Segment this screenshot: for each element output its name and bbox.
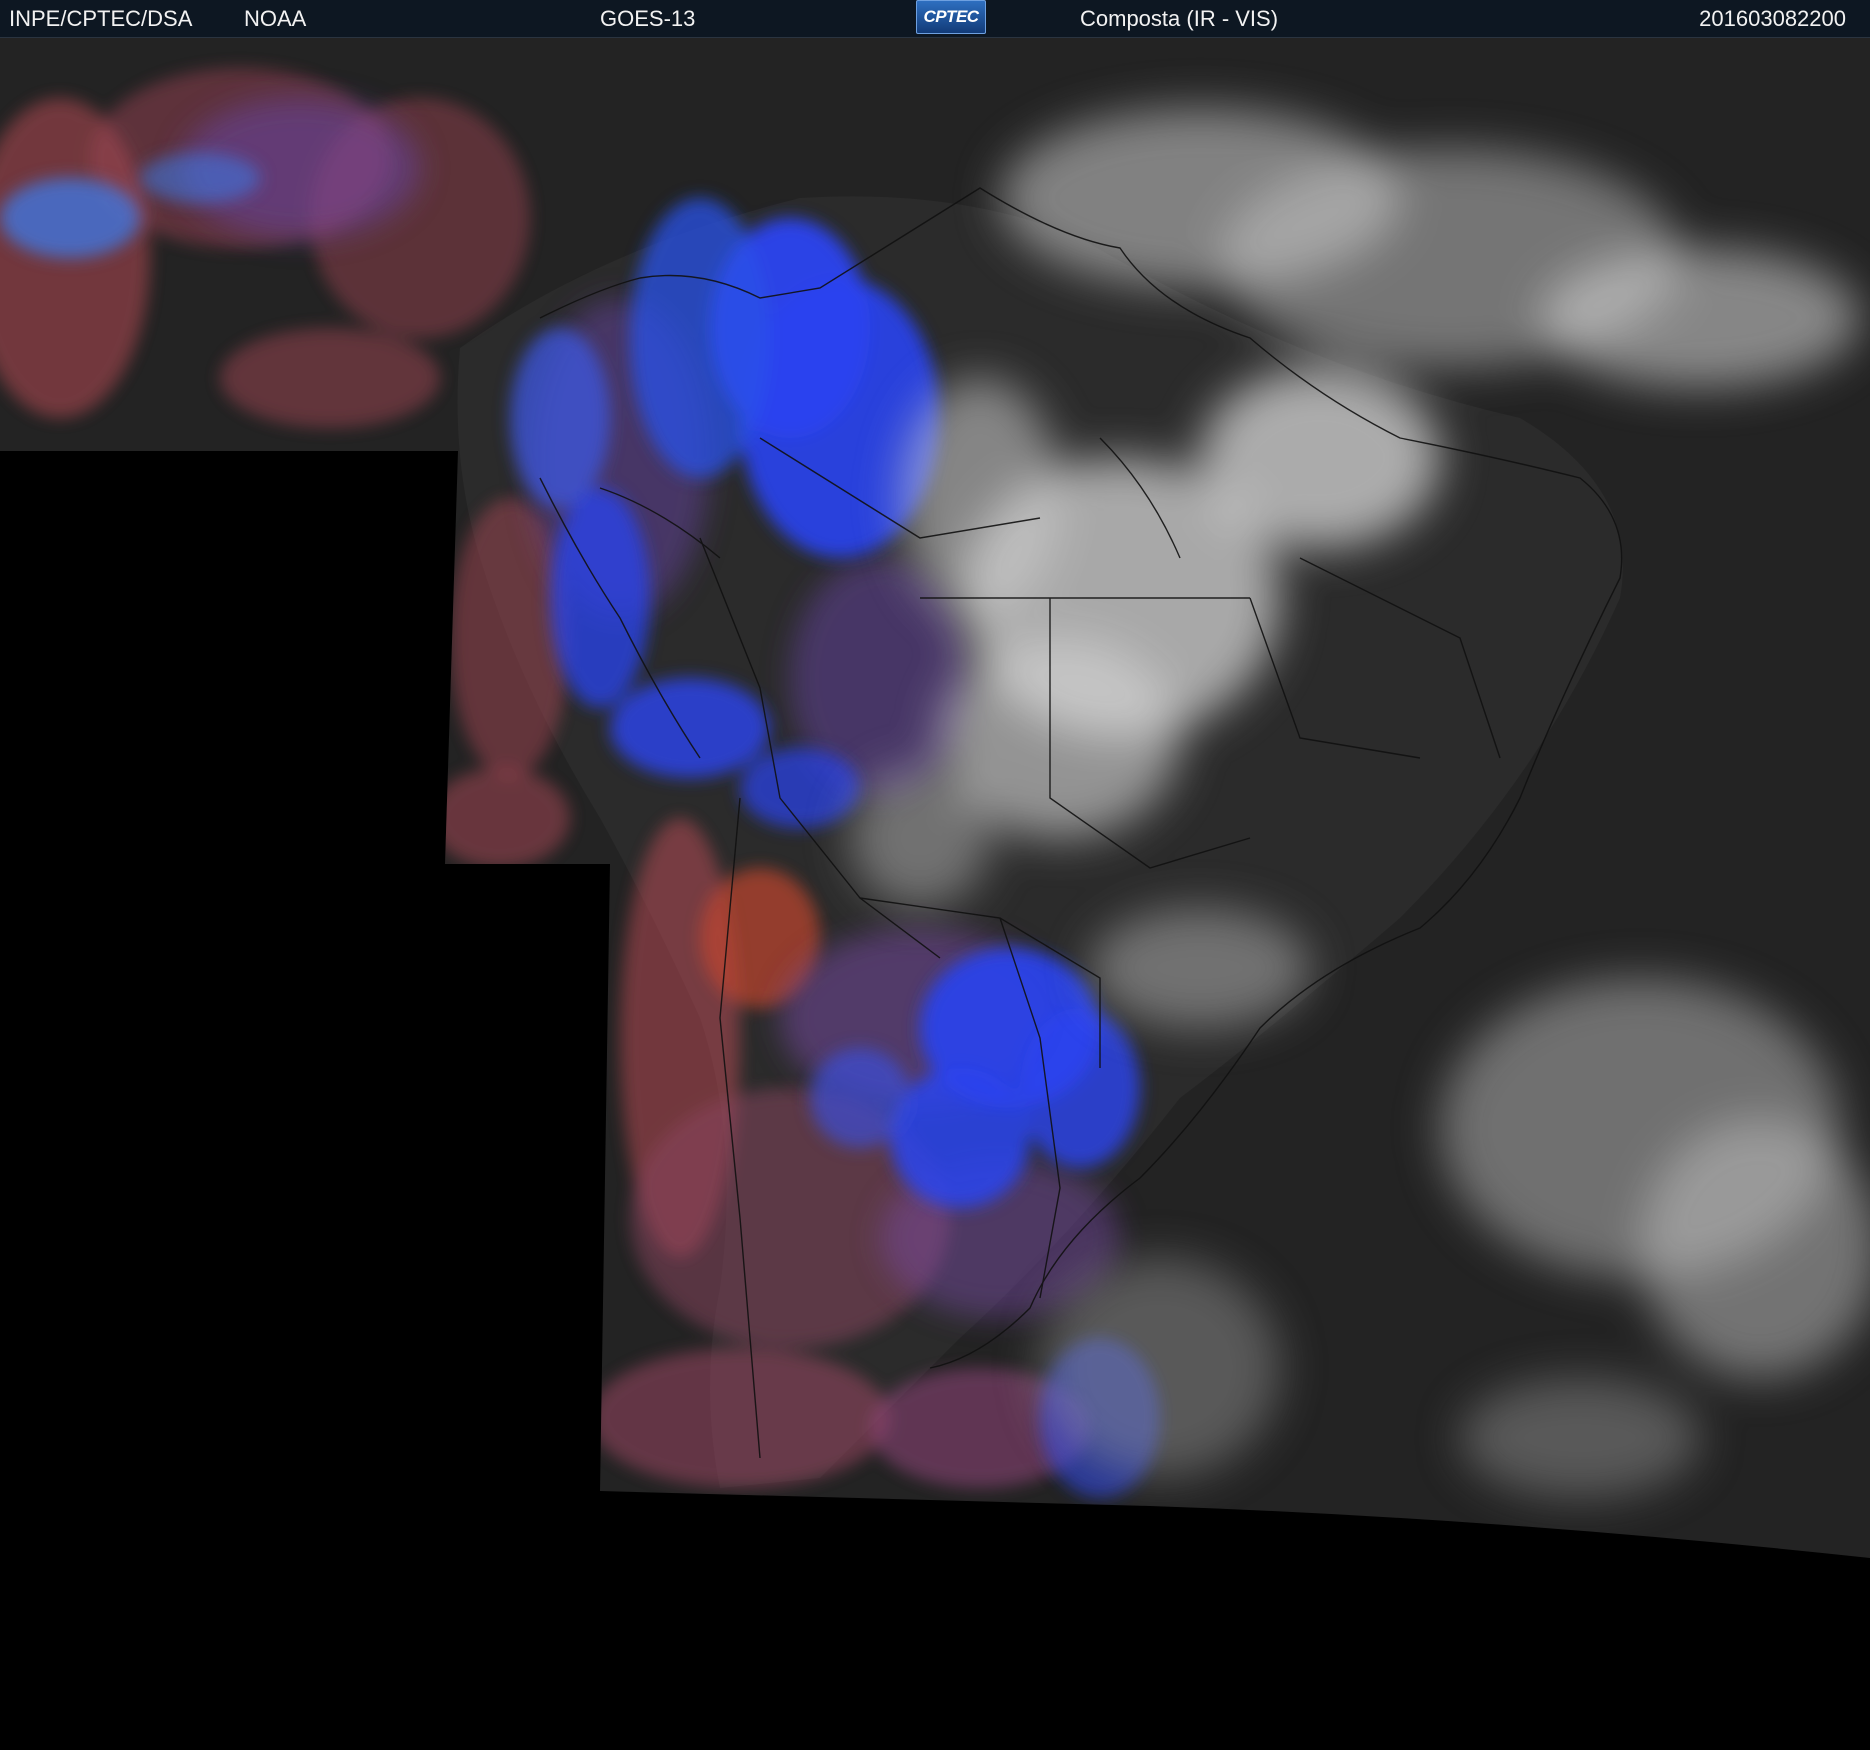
composite-map — [0, 38, 1870, 1750]
product-label: Composta (IR - VIS) — [1080, 6, 1279, 31]
satellite-label: GOES-13 — [600, 6, 696, 31]
cptec-logo: CPTEC — [916, 0, 986, 34]
satellite-image — [0, 38, 1870, 1750]
logo-text: CPTEC — [923, 7, 979, 26]
organization-label: INPE/CPTEC/DSA — [9, 6, 193, 31]
agency-label: NOAA — [244, 6, 307, 31]
timestamp-label: 201603082200 — [1699, 6, 1846, 31]
header-bar: INPE/CPTEC/DSA NOAA GOES-13 CPTEC Compos… — [0, 0, 1870, 38]
